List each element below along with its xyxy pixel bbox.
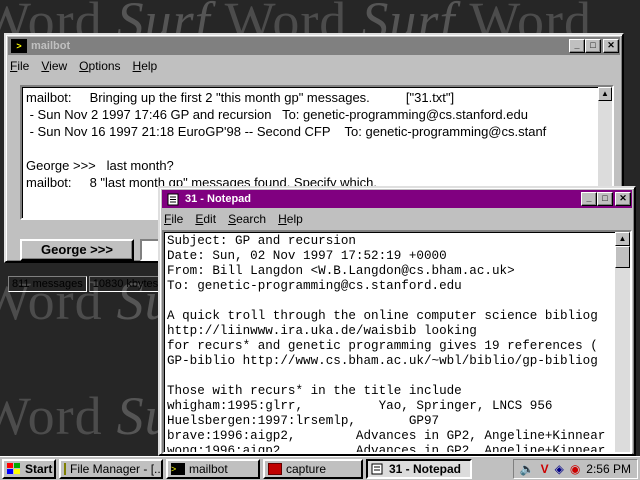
menu-edit[interactable]: Edit — [195, 212, 216, 226]
close-button[interactable]: ✕ — [615, 192, 631, 206]
task-file-manager[interactable]: File Manager - [... — [59, 458, 163, 479]
start-button[interactable]: Start — [2, 458, 56, 479]
shield-icon[interactable]: V — [541, 462, 549, 476]
mailbot-app-icon: > — [171, 462, 185, 475]
mailbot-app-icon: > — [11, 39, 27, 53]
task-capture[interactable]: capture — [263, 458, 363, 479]
target-icon[interactable]: ◉ — [570, 462, 580, 476]
text-line: To: genetic-programming@cs.stanford.edu — [167, 279, 462, 293]
text-line: Huelsbergen:1997:lrsemlp, GP97 — [167, 414, 440, 428]
notepad-titlebar[interactable]: 31 - Notepad _ □ ✕ — [162, 190, 632, 208]
task-mailbot[interactable]: > mailbot — [166, 458, 260, 479]
windows-logo-icon — [7, 462, 21, 475]
close-button[interactable]: ✕ — [603, 39, 619, 53]
scroll-up-icon[interactable]: ▲ — [598, 87, 612, 101]
capture-icon — [268, 462, 282, 475]
text-line: Those with recurs* in the title include — [167, 384, 462, 398]
task-label: mailbot — [189, 461, 228, 476]
conversation-line: mailbot: Bringing up the first 2 "this m… — [26, 90, 455, 105]
menu-help[interactable]: Help — [278, 212, 303, 226]
wallpaper-text: Word — [0, 386, 103, 446]
conversation-line: - Sun Nov 16 1997 21:18 EuroGP'98 -- Sec… — [26, 124, 547, 139]
vertical-scrollbar[interactable]: ▲ — [615, 232, 630, 452]
size-kbytes: 10830 kbytes — [88, 276, 163, 292]
text-line: for recurs* and genetic programming give… — [167, 339, 598, 353]
system-tray: 🔈 V ◈ ◉ 2:56 PM — [512, 458, 638, 479]
conversation-line — [26, 140, 612, 157]
maximize-button[interactable]: □ — [597, 192, 613, 206]
text-line: brave:1996:aigp2, Advances in GP2, Angel… — [167, 429, 606, 443]
menu-file[interactable]: File — [164, 212, 183, 226]
menu-search[interactable]: Search — [228, 212, 266, 226]
scroll-up-icon[interactable]: ▲ — [615, 232, 630, 246]
text-line: A quick troll through the online compute… — [167, 309, 598, 323]
minimize-button[interactable]: _ — [569, 39, 585, 53]
notepad-menubar: File Edit Search Help — [160, 210, 634, 228]
taskbar: Start File Manager - [... > mailbot capt… — [0, 456, 640, 480]
notepad-icon — [165, 192, 181, 206]
minimize-button[interactable]: _ — [581, 192, 597, 206]
message-count: 811 messages — [8, 276, 87, 292]
notepad-text-area[interactable]: Subject: GP and recursion Date: Sun, 02 … — [162, 230, 632, 454]
text-line: GP-biblio http://www.cs.bham.ac.uk/~wbl/… — [167, 354, 598, 368]
menu-options[interactable]: Options — [79, 59, 120, 73]
conversation-line: George >>> last month? — [26, 158, 174, 173]
start-label: Start — [25, 461, 53, 476]
task-label: File Manager - [... — [70, 461, 163, 476]
menu-view[interactable]: View — [41, 59, 67, 73]
mailbot-titlebar[interactable]: > mailbot _ □ ✕ — [8, 37, 620, 55]
notepad-window: 31 - Notepad _ □ ✕ File Edit Search Help… — [158, 186, 636, 456]
george-send-button[interactable]: George >>> — [20, 239, 134, 261]
network-icon[interactable]: ◈ — [555, 462, 564, 476]
notepad-icon — [371, 463, 385, 475]
text-line: From: Bill Langdon <W.B.Langdon@cs.bham.… — [167, 264, 515, 278]
text-line: Date: Sun, 02 Nov 1997 17:52:19 +0000 — [167, 249, 447, 263]
maximize-button[interactable]: □ — [585, 39, 601, 53]
text-line — [167, 369, 630, 384]
task-notepad[interactable]: 31 - Notepad — [366, 458, 472, 479]
text-line: wong:1996:aigp2, Advances in GP2, Angeli… — [167, 444, 606, 454]
conversation-line: - Sun Nov 2 1997 17:46 GP and recursion … — [26, 107, 528, 122]
text-line: http://liinwww.ira.uka.de/waisbib lookin… — [167, 324, 477, 338]
text-line: Subject: GP and recursion — [167, 234, 356, 248]
text-line — [167, 294, 630, 309]
scroll-thumb[interactable] — [615, 246, 630, 268]
task-label: capture — [286, 461, 327, 476]
clock[interactable]: 2:56 PM — [586, 462, 631, 476]
text-line: whigham:1995:glrr, Yao, Springer, LNCS 9… — [167, 399, 553, 413]
file-manager-icon — [64, 462, 66, 475]
menu-file[interactable]: File — [10, 59, 29, 73]
window-title: mailbot — [31, 40, 71, 52]
volume-icon[interactable]: 🔈 — [520, 462, 535, 476]
task-label: 31 - Notepad — [389, 461, 462, 476]
menu-help[interactable]: Help — [133, 59, 158, 73]
mailbot-menubar: File View Options Help — [6, 57, 622, 75]
window-title: 31 - Notepad — [185, 193, 252, 205]
